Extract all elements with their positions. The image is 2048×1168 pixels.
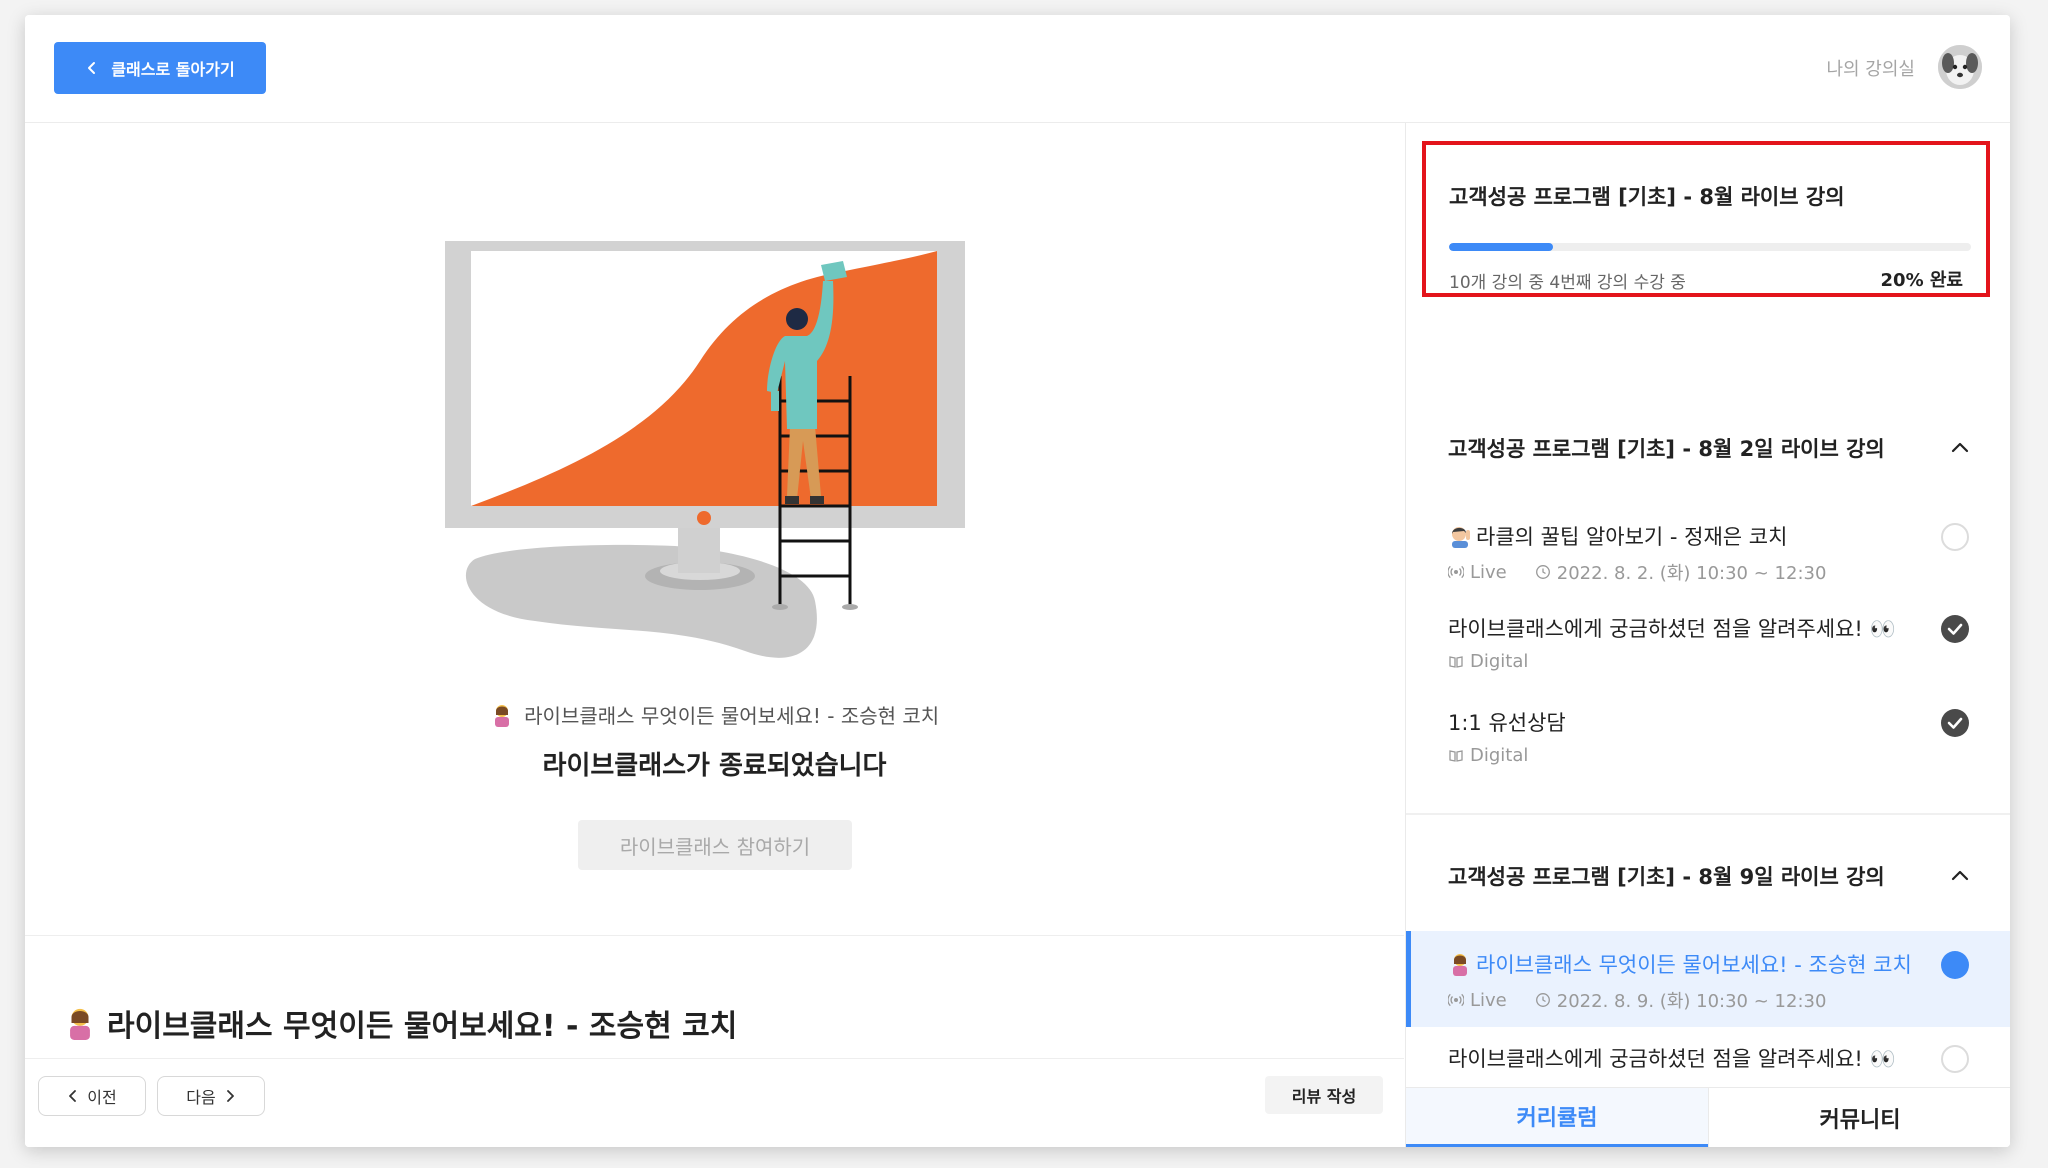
chevron-up-icon[interactable] (1949, 865, 1971, 887)
section-title[interactable]: 고객성공 프로그램 [기초] - 8월 2일 라이브 강의 (1448, 433, 1885, 463)
list-item-title: 라이브클래스에게 궁금하셨던 점을 알려주세요! 👀 (1448, 1047, 1896, 1071)
person-raising-hand-icon (1452, 527, 1470, 548)
status-incomplete-icon (1941, 523, 1969, 551)
progress-bar-fill (1449, 243, 1554, 251)
person-tipping-hand-icon (494, 705, 509, 727)
live-broadcast-icon (1448, 565, 1464, 579)
list-item[interactable]: 1:1 유선상담 (1448, 707, 1566, 737)
list-item[interactable]: 라이브클래스 무엇이든 물어보세요! - 조승현 코치 (1448, 949, 1912, 979)
person-tipping-hand-icon (1453, 954, 1467, 976)
item-time: 2022. 8. 2. (화) 10:30 ~ 12:30 (1556, 563, 1827, 584)
person-tipping-hand-icon (70, 1008, 90, 1040)
progress-text: 10개 강의 중 4번째 강의 수강 중 (1449, 273, 1686, 293)
progress-percent: 20% 완료 (1880, 270, 1963, 291)
next-label: 다음 (186, 1088, 216, 1107)
prev-lesson-button[interactable]: 이전 (38, 1076, 146, 1116)
section-divider (1406, 813, 2010, 815)
book-icon (1449, 655, 1463, 668)
list-item-title: 라이브클래스 무엇이든 물어보세요! - 조승현 코치 (1476, 953, 1912, 977)
list-item-title: 라이브클래스에게 궁금하셨던 점을 알려주세요! 👀 (1448, 617, 1896, 641)
write-review-button[interactable]: 리뷰 작성 (1265, 1076, 1383, 1114)
next-lesson-button[interactable]: 다음 (157, 1076, 265, 1116)
progress-bar (1449, 243, 1971, 251)
course-title: 고객성공 프로그램 [기초] - 8월 라이브 강의 (1449, 185, 1845, 209)
tab-curriculum[interactable]: 커리큘럼 (1406, 1088, 1708, 1147)
top-bar: 클래스로 돌아가기 나의 강의실 (25, 15, 2010, 123)
tab-community[interactable]: 커뮤니티 (1708, 1088, 2010, 1147)
prev-label: 이전 (87, 1088, 117, 1107)
lesson-subtitle-text: 라이브클래스 무엇이든 물어보세요! - 조승현 코치 (524, 704, 940, 728)
clock-icon (1535, 565, 1550, 579)
chevron-left-icon (69, 1090, 77, 1102)
list-item[interactable]: 라클의 꿀팁 알아보기 - 정재은 코치 (1448, 521, 1787, 551)
item-type: Live (1470, 989, 1507, 1011)
list-item[interactable]: 라이브클래스에게 궁금하셨던 점을 알려주세요! 👀 (1448, 613, 1896, 643)
item-meta: Live 2022. 8. 9. (화) 10:30 ~ 12:30 (1448, 987, 1826, 1013)
lesson-title: 라이브클래스 무엇이든 물어보세요! - 조승현 코치 (63, 1001, 737, 1045)
dog-avatar-icon (1938, 45, 1982, 89)
divider (25, 935, 1404, 936)
item-time: 2022. 8. 9. (화) 10:30 ~ 12:30 (1556, 991, 1827, 1012)
section-title[interactable]: 고객성공 프로그램 [기초] - 8월 9일 라이브 강의 (1448, 861, 1885, 891)
join-live-class-button[interactable]: 라이브클래스 참여하기 (578, 820, 852, 870)
item-type: Live (1470, 561, 1507, 583)
lesson-navigation: 이전 다음 리뷰 작성 (25, 1058, 1404, 1147)
item-meta: Digital (1448, 651, 1528, 672)
item-meta: Live 2022. 8. 2. (화) 10:30 ~ 12:30 (1448, 559, 1826, 585)
back-button-label: 클래스로 돌아가기 (111, 60, 235, 79)
status-current-icon (1941, 951, 1969, 979)
course-progress-card: 고객성공 프로그램 [기초] - 8월 라이브 강의 10개 강의 중 4번째 … (1422, 141, 1990, 297)
clock-icon (1535, 993, 1550, 1007)
live-ended-illustration (445, 241, 965, 658)
curriculum-pane: 고객성공 프로그램 [기초] - 8월 라이브 강의 10개 강의 중 4번째 … (1405, 123, 2010, 1147)
status-incomplete-icon (1941, 1045, 1969, 1073)
side-tabs: 커리큘럼 커뮤니티 (1406, 1087, 2010, 1147)
live-ended-message: 라이브클래스가 종료되었습니다 (542, 751, 887, 781)
lesson-subtitle: 라이브클래스 무엇이든 물어보세요! - 조승현 코치 (25, 700, 1404, 729)
avatar[interactable] (1938, 45, 1982, 89)
list-item[interactable]: 라이브클래스에게 궁금하셨던 점을 알려주세요! 👀 (1448, 1043, 1896, 1073)
chevron-right-icon (226, 1090, 234, 1102)
book-icon (1449, 749, 1463, 762)
app-window: 클래스로 돌아가기 나의 강의실 라이브클래스 무엇이든 물어보세요! - 조승… (25, 15, 2010, 1147)
my-classroom-link[interactable]: 나의 강의실 (1826, 55, 1915, 81)
live-broadcast-icon (1448, 993, 1464, 1007)
item-type: Digital (1470, 745, 1529, 766)
item-meta: Digital (1448, 745, 1528, 766)
chevron-up-icon[interactable] (1949, 437, 1971, 459)
back-to-class-button[interactable]: 클래스로 돌아가기 (54, 42, 266, 94)
status-complete-icon (1941, 615, 1969, 643)
chevron-left-icon (88, 62, 96, 74)
item-type: Digital (1470, 651, 1529, 672)
list-item-title: 1:1 유선상담 (1448, 711, 1566, 735)
player-pane: 라이브클래스 무엇이든 물어보세요! - 조승현 코치 라이브클래스가 종료되었… (25, 123, 1404, 1147)
list-item-title: 라클의 꿀팁 알아보기 - 정재은 코치 (1476, 525, 1788, 549)
status-complete-icon (1941, 709, 1969, 737)
lesson-title-text: 라이브클래스 무엇이든 물어보세요! - 조승현 코치 (107, 1009, 738, 1044)
